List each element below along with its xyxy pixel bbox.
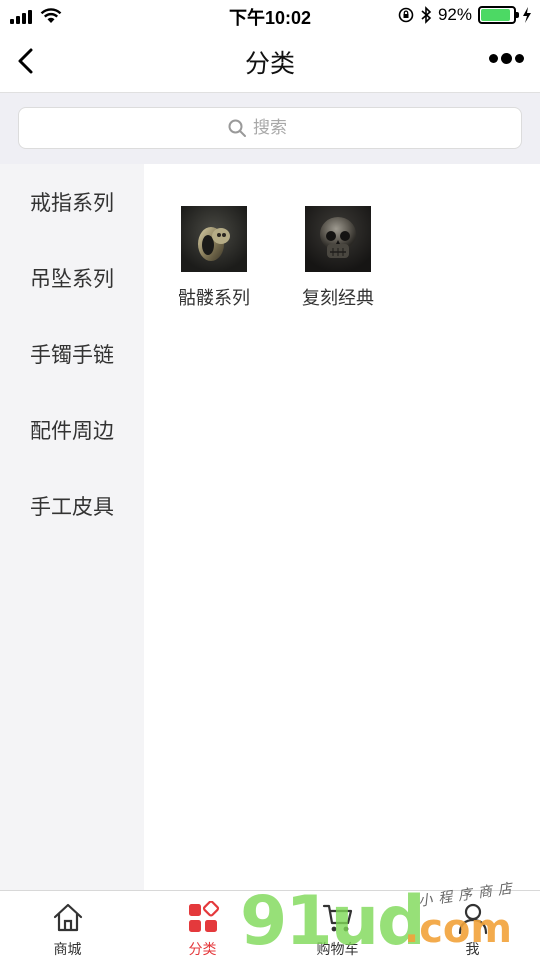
sidebar-item-leather[interactable]: 手工皮具 <box>0 468 144 544</box>
status-right: 92% <box>398 5 532 25</box>
search-bar[interactable] <box>18 107 522 149</box>
category-content: 骷髅系列 复刻经典 <box>144 164 540 890</box>
search-icon <box>228 119 246 137</box>
search-area <box>0 92 540 164</box>
cart-icon <box>322 904 352 932</box>
subcategory-skull-series[interactable]: 骷髅系列 <box>170 206 258 310</box>
sidebar-item-bracelets[interactable]: 手镯手链 <box>0 316 144 392</box>
sidebar-item-label: 吊坠系列 <box>30 268 114 291</box>
sidebar-item-label: 戒指系列 <box>30 192 114 215</box>
tab-me[interactable]: 我 <box>405 891 540 960</box>
skull-photo <box>305 206 371 272</box>
bluetooth-icon <box>421 6 432 24</box>
tab-category[interactable]: 分类 <box>135 891 270 960</box>
orientation-lock-icon <box>398 7 414 23</box>
nav-bar: 分类 <box>0 30 540 92</box>
tab-label: 商城 <box>53 941 82 957</box>
tab-label: 我 <box>465 941 480 957</box>
tab-mall[interactable]: 商城 <box>0 891 135 960</box>
sidebar-item-label: 手工皮具 <box>30 496 114 519</box>
subcategory-grid: 骷髅系列 复刻经典 <box>170 206 382 310</box>
charging-icon <box>523 7 531 23</box>
subcategory-label: 复刻经典 <box>302 288 374 308</box>
sidebar-item-label: 配件周边 <box>30 420 114 443</box>
search-input[interactable] <box>253 118 313 138</box>
sidebar-item-label: 手镯手链 <box>30 344 114 367</box>
category-sidebar: 戒指系列 吊坠系列 手镯手链 配件周边 手工皮具 <box>0 164 144 890</box>
tab-label: 购物车 <box>316 941 359 957</box>
battery-percent: 92% <box>437 5 472 24</box>
home-icon <box>53 903 82 932</box>
ring-photo <box>181 206 247 272</box>
category-icon <box>188 901 219 932</box>
more-dots-icon[interactable] <box>489 53 524 64</box>
sidebar-item-pendants[interactable]: 吊坠系列 <box>0 240 144 316</box>
tab-cart[interactable]: 购物车 <box>270 891 405 960</box>
sidebar-item-rings[interactable]: 戒指系列 <box>0 164 144 240</box>
sidebar-item-accessories[interactable]: 配件周边 <box>0 392 144 468</box>
status-bar: 下午10:02 92% <box>0 0 540 30</box>
subcategory-label: 骷髅系列 <box>178 288 250 308</box>
page-title: 分类 <box>244 50 295 78</box>
tab-bar: 商城 分类 购物车 我 <box>0 890 540 960</box>
battery-icon <box>478 6 519 24</box>
user-icon <box>458 903 487 935</box>
tab-label: 分类 <box>188 941 217 957</box>
battery-fill <box>481 9 511 21</box>
subcategory-classic-replica[interactable]: 复刻经典 <box>294 206 382 310</box>
